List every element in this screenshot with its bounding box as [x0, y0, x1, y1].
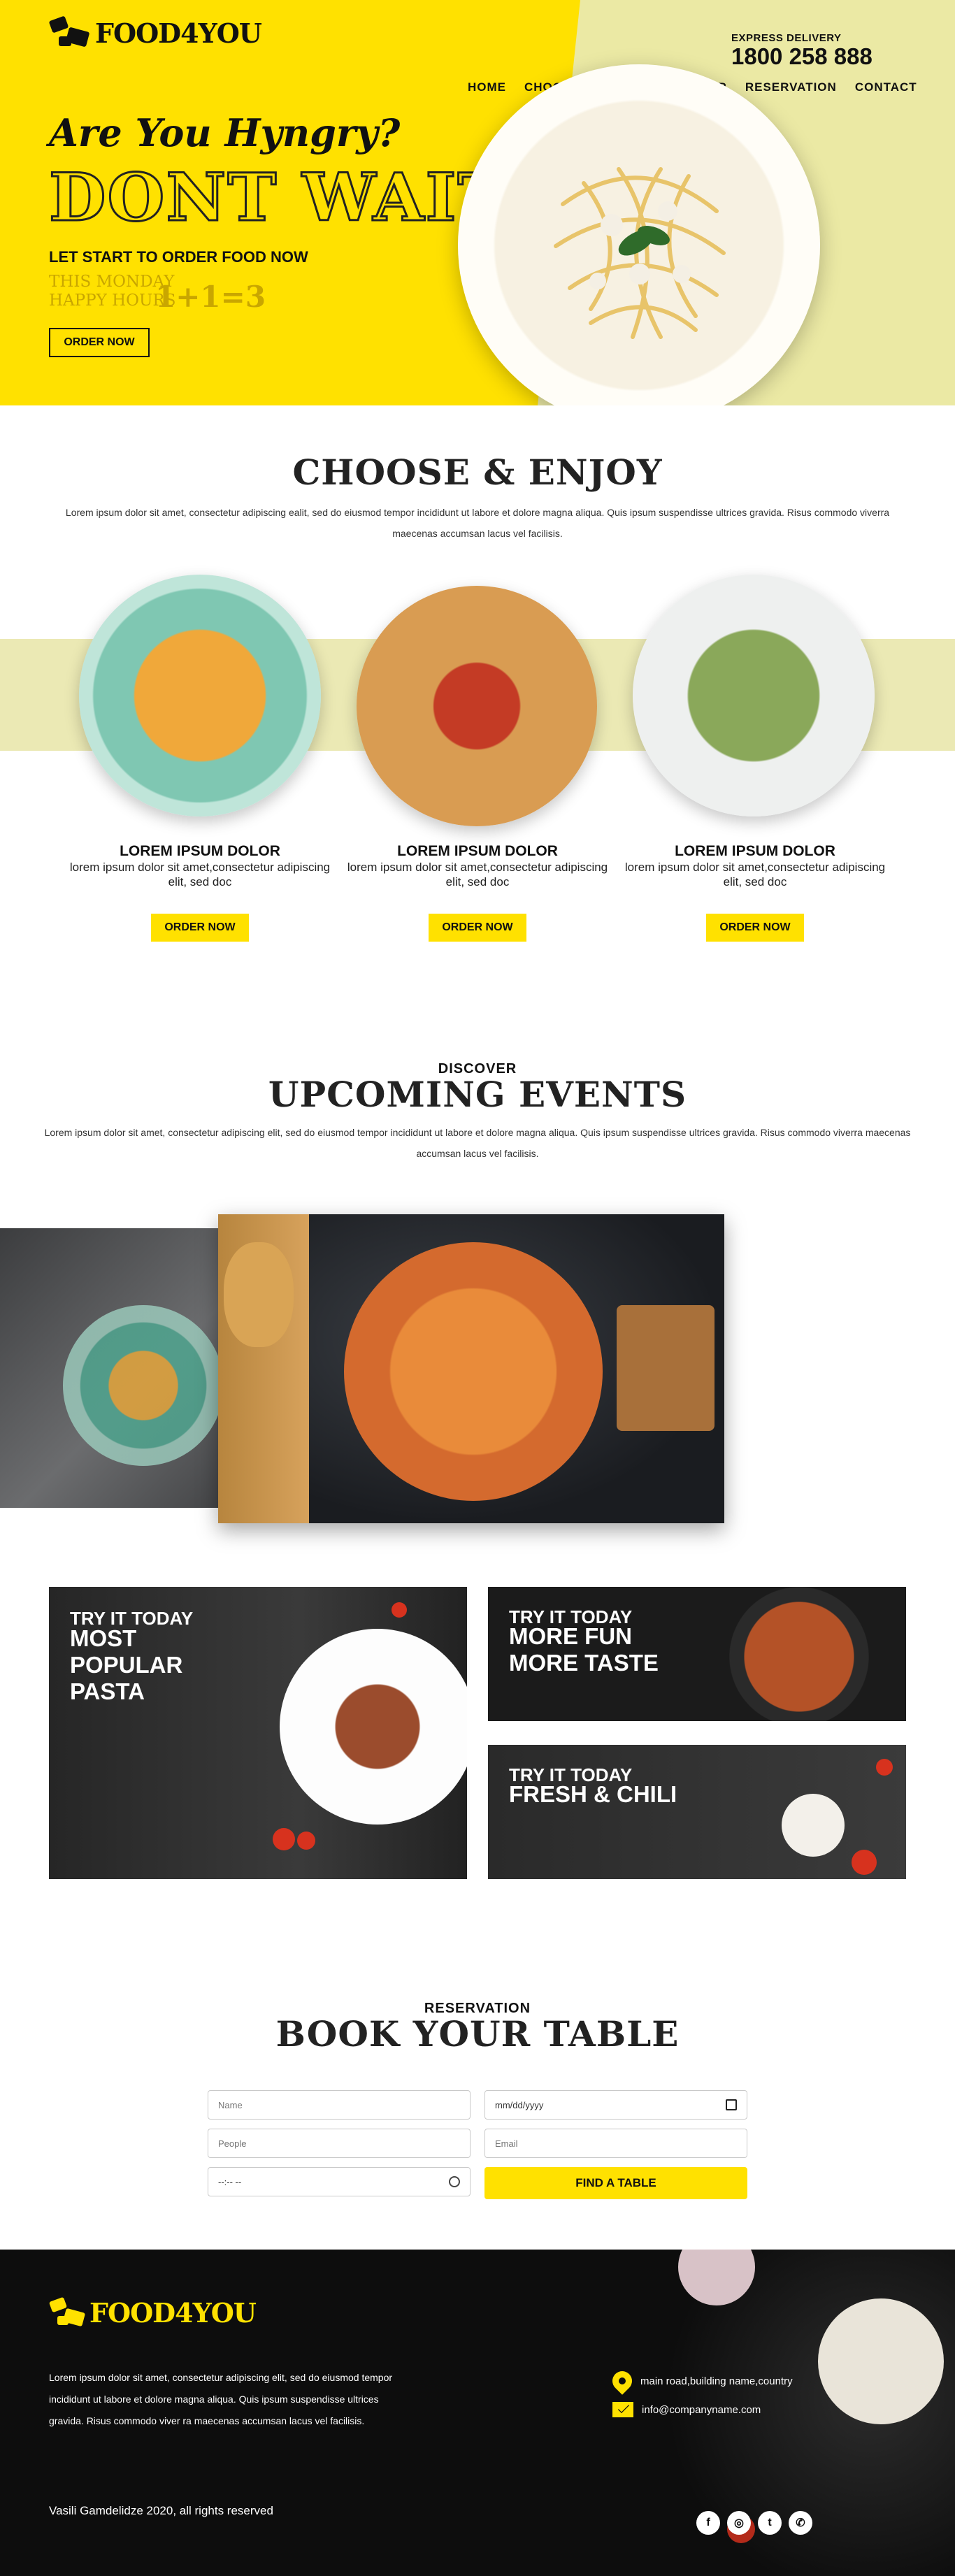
tomato	[876, 1759, 893, 1776]
dish-image-pasta	[79, 575, 321, 816]
find-table-button[interactable]: FIND A TABLE	[484, 2167, 747, 2199]
promo-card-fun[interactable]: TRY IT TODAY MORE FUN MORE TASTE	[488, 1587, 906, 1721]
date-value: mm/dd/yyyy	[495, 2099, 544, 2110]
event-pizza	[344, 1242, 603, 1501]
card-desc-1: lorem ipsum dolor sit amet,consectetur a…	[69, 861, 331, 888]
event-image-secondary[interactable]	[0, 1228, 218, 1508]
promo-line-more-taste: MORE TASTE	[509, 1650, 659, 1676]
events-title: UPCOMING EVENTS	[268, 1074, 687, 1115]
name-field[interactable]	[208, 2090, 471, 2120]
tomato	[392, 1602, 407, 1618]
clock-icon[interactable]	[449, 2176, 460, 2187]
time-value: --:-- --	[218, 2176, 242, 2187]
card-desc-2: lorem ipsum dolor sit amet,consectetur a…	[347, 861, 608, 888]
dish-image-pesto	[633, 575, 875, 816]
tomato	[273, 1828, 295, 1850]
promo-line-popular: POPULAR	[70, 1652, 183, 1678]
card-order-button-2[interactable]: ORDER NOW	[429, 914, 526, 942]
tomato	[297, 1832, 315, 1850]
footer-text: Lorem ipsum dolor sit amet, consectetur …	[49, 2372, 393, 2426]
nav-contact[interactable]: CONTACT	[846, 80, 926, 94]
hero-section: FOOD4YOU EXPRESS DELIVERY 1800 258 888 H…	[0, 0, 955, 405]
events-text: Lorem ipsum dolor sit amet, consectetur …	[44, 1127, 911, 1159]
card-title-2: LOREM IPSUM DOLOR	[397, 843, 558, 859]
calendar-icon[interactable]	[726, 2099, 737, 2110]
footer-logo-text: FOOD4YOU	[89, 2297, 257, 2329]
promo-line-most: MOST	[70, 1625, 137, 1651]
whatsapp-icon[interactable]: ✆	[789, 2511, 812, 2535]
promo-card-chili[interactable]: TRY IT TODAY FRESH & CHILI	[488, 1745, 906, 1879]
facebook-icon[interactable]: f	[696, 2511, 720, 2535]
twitter-icon[interactable]: t	[758, 2511, 782, 2535]
hero-deal: 1+1=3	[155, 280, 266, 314]
tomato	[852, 1850, 877, 1875]
instagram-icon[interactable]: ◎	[727, 2511, 751, 2535]
logo[interactable]: FOOD4YOU	[48, 15, 262, 50]
hero-pasta-image	[458, 64, 820, 405]
express-delivery-label: EXPRESS DELIVERY	[731, 32, 842, 44]
event-bread	[224, 1242, 294, 1347]
email-field[interactable]	[484, 2129, 747, 2158]
card-order-button-3[interactable]: ORDER NOW	[706, 914, 804, 942]
card-title-1: LOREM IPSUM DOLOR	[120, 843, 280, 859]
event-tray	[617, 1305, 715, 1431]
time-field[interactable]: --:-- --	[208, 2167, 471, 2196]
pasta-logo-icon	[48, 2296, 86, 2329]
pasta-illustration	[554, 167, 726, 339]
choose-title: CHOOSE & ENJOY	[292, 452, 663, 493]
location-pin-icon	[608, 2367, 636, 2395]
footer-email[interactable]: info@companyname.com	[612, 2402, 761, 2417]
people-field[interactable]	[208, 2129, 471, 2158]
copyright-text: Vasili Gamdelidze 2020, all rights reser…	[49, 2504, 273, 2517]
date-field[interactable]: mm/dd/yyyy	[484, 2090, 747, 2120]
promo-line-pasta: PASTA	[70, 1678, 145, 1704]
event-secondary-plate	[63, 1305, 218, 1466]
social-links: f ◎ t ✆	[696, 2511, 812, 2535]
hero-subline: LET START TO ORDER FOOD NOW	[49, 248, 308, 266]
footer-address-text: main road,building name,country	[640, 2375, 793, 2387]
card-order-button-1[interactable]: ORDER NOW	[151, 914, 249, 942]
promo-pan-image	[729, 1587, 869, 1721]
hero-order-button[interactable]: ORDER NOW	[49, 328, 150, 357]
footer-dough	[818, 2298, 944, 2424]
footer: FOOD4YOU Lorem ipsum dolor sit amet, con…	[0, 2250, 955, 2576]
promo-line-more-fun: MORE FUN	[509, 1623, 632, 1649]
footer-logo[interactable]: FOOD4YOU	[48, 2296, 257, 2329]
dish-image-bruschetta	[357, 586, 597, 826]
promo-line-fresh-chili: FRESH & CHILI	[509, 1781, 677, 1807]
footer-address: main road,building name,country	[608, 2367, 793, 2395]
pasta-logo-icon	[48, 15, 90, 50]
email-input[interactable]	[495, 2138, 737, 2149]
promo-card-pasta[interactable]: TRY IT TODAY MOST POPULAR PASTA	[49, 1587, 467, 1879]
footer-email-text[interactable]: info@companyname.com	[642, 2404, 761, 2416]
hero-headline: Are You Hyngry?	[49, 110, 401, 155]
name-input[interactable]	[218, 2099, 460, 2110]
card-desc-3: lorem ipsum dolor sit amet,consectetur a…	[624, 861, 886, 888]
card-title-3: LOREM IPSUM DOLOR	[675, 843, 835, 859]
footer-onion	[678, 2250, 755, 2305]
people-input[interactable]	[218, 2138, 460, 2149]
promo-pasta-plate	[280, 1629, 467, 1825]
reservation-title: BOOK YOUR TABLE	[275, 2013, 680, 2055]
promo-garlic-image	[782, 1794, 845, 1857]
choose-text: Lorem ipsum dolor sit amet, consectetur …	[65, 507, 890, 539]
logo-text: FOOD4YOU	[95, 17, 262, 49]
event-image-main[interactable]	[218, 1214, 724, 1523]
mail-icon	[612, 2402, 633, 2417]
